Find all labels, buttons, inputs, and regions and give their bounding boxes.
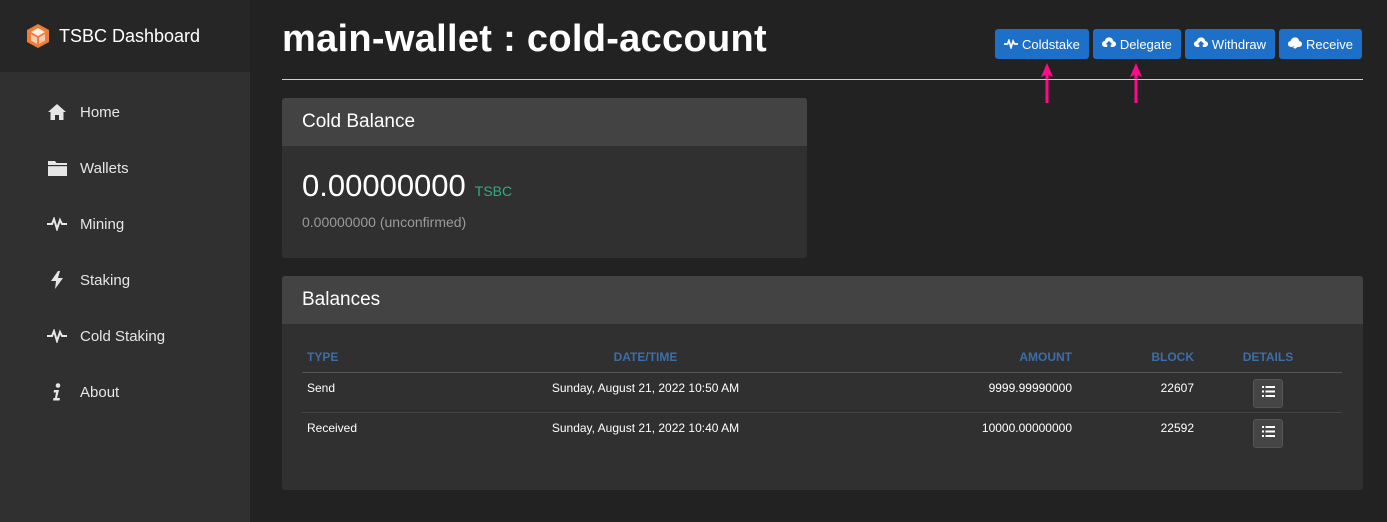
cold-balance-unit: TSBC: [474, 183, 513, 199]
delegate-button[interactable]: Delegate: [1092, 29, 1181, 59]
balances-table: TYPE DATE/TIME AMOUNT BLOCK DETAILS Send…: [302, 343, 1342, 452]
list-icon: [1261, 386, 1275, 400]
cell-block: 22592: [1160, 420, 1194, 435]
balance-row: 0.00000000 TSBC: [282, 146, 807, 204]
sidebar-item-label: About: [80, 383, 120, 401]
sidebar-item-wallets[interactable]: Wallets: [0, 140, 250, 196]
cell-datetime: Sunday, August 21, 2022 10:40 AM: [551, 420, 740, 435]
column-header-type: TYPE: [302, 343, 462, 373]
sidebar: TSBC Dashboard Home Wallets Mining Staki…: [0, 0, 250, 522]
cell-details: [1194, 412, 1342, 452]
folder-icon: [47, 158, 67, 178]
cloud-download-icon: [1288, 36, 1303, 52]
coldstake-button[interactable]: Coldstake: [995, 29, 1089, 59]
table-header-row: TYPE DATE/TIME AMOUNT BLOCK DETAILS: [302, 343, 1342, 373]
cell-amount: 10000.00000000: [981, 420, 1072, 435]
sidebar-item-label: Home: [80, 103, 121, 121]
annotation-arrow-icon: [1130, 63, 1142, 103]
table-row: Received Sunday, August 21, 2022 10:40 A…: [302, 412, 1342, 452]
annotation-arrow-icon: [1041, 63, 1053, 103]
list-icon: [1261, 426, 1275, 440]
sidebar-nav: Home Wallets Mining Staking Cold Staking: [0, 84, 250, 420]
coldstake-button-label: Coldstake: [1022, 36, 1080, 52]
cell-type: Send: [302, 372, 462, 413]
sidebar-item-label: Staking: [80, 271, 131, 289]
unconfirmed-balance: 0.00000000 (unconfirmed): [302, 214, 467, 230]
title-divider: [282, 79, 1363, 80]
home-icon: [47, 102, 67, 122]
pulse-icon: [47, 326, 67, 346]
page-title: main-wallet : cold-account: [282, 18, 767, 60]
sidebar-item-about[interactable]: About: [0, 364, 250, 420]
table-row: Send Sunday, August 21, 2022 10:50 AM 99…: [302, 372, 1342, 413]
brand[interactable]: TSBC Dashboard: [0, 0, 250, 72]
sidebar-item-home[interactable]: Home: [0, 84, 250, 140]
cell-block: 22607: [1072, 372, 1194, 413]
receive-button-label: Receive: [1306, 36, 1354, 52]
column-header-details: DETAILS: [1194, 343, 1342, 373]
header-actions: Coldstake Delegate Withdraw Receive: [995, 29, 1363, 59]
bolt-icon: [47, 270, 67, 290]
sidebar-item-label: Wallets: [80, 159, 129, 177]
cell-datetime: Sunday, August 21, 2022 10:50 AM: [462, 372, 829, 413]
cold-balance-title: Cold Balance: [282, 98, 807, 146]
brand-name: TSBC Dashboard: [59, 25, 201, 46]
receive-button[interactable]: Receive: [1279, 29, 1363, 59]
details-button[interactable]: [1253, 418, 1283, 448]
sidebar-item-label: Mining: [80, 215, 125, 233]
column-header-datetime: DATE/TIME: [462, 343, 829, 373]
cell-details: [1194, 372, 1342, 413]
tsbc-logo-icon: [25, 23, 51, 49]
cell-amount: 9999.99990000: [829, 372, 1072, 413]
cold-balance-card: Cold Balance 0.00000000 TSBC 0.00000000 …: [282, 98, 807, 258]
sidebar-item-mining[interactable]: Mining: [0, 196, 250, 252]
withdraw-button-label: Withdraw: [1211, 36, 1267, 52]
main-content: main-wallet : cold-account Coldstake Del…: [250, 0, 1387, 522]
balances-card: Balances TYPE DATE/TIME AMOUNT BLOCK DET…: [282, 276, 1363, 490]
withdraw-button[interactable]: Withdraw: [1184, 29, 1276, 59]
column-header-amount: AMOUNT: [829, 343, 1072, 373]
pulse-icon: [47, 214, 67, 234]
delegate-button-label: Delegate: [1119, 36, 1172, 52]
sidebar-item-cold-staking[interactable]: Cold Staking: [0, 308, 250, 364]
cold-balance-value: 0.00000000: [302, 168, 466, 203]
cloud-upload-icon: [1101, 36, 1116, 52]
sidebar-item-label: Cold Staking: [80, 327, 166, 345]
info-icon: [47, 382, 67, 402]
cell-type: Received: [307, 420, 358, 435]
cloud-upload-icon: [1193, 36, 1208, 52]
column-header-block: BLOCK: [1072, 343, 1194, 373]
sidebar-item-staking[interactable]: Staking: [0, 252, 250, 308]
balances-title: Balances: [282, 276, 1363, 324]
details-button[interactable]: [1253, 378, 1283, 408]
pulse-icon: [1004, 37, 1018, 52]
